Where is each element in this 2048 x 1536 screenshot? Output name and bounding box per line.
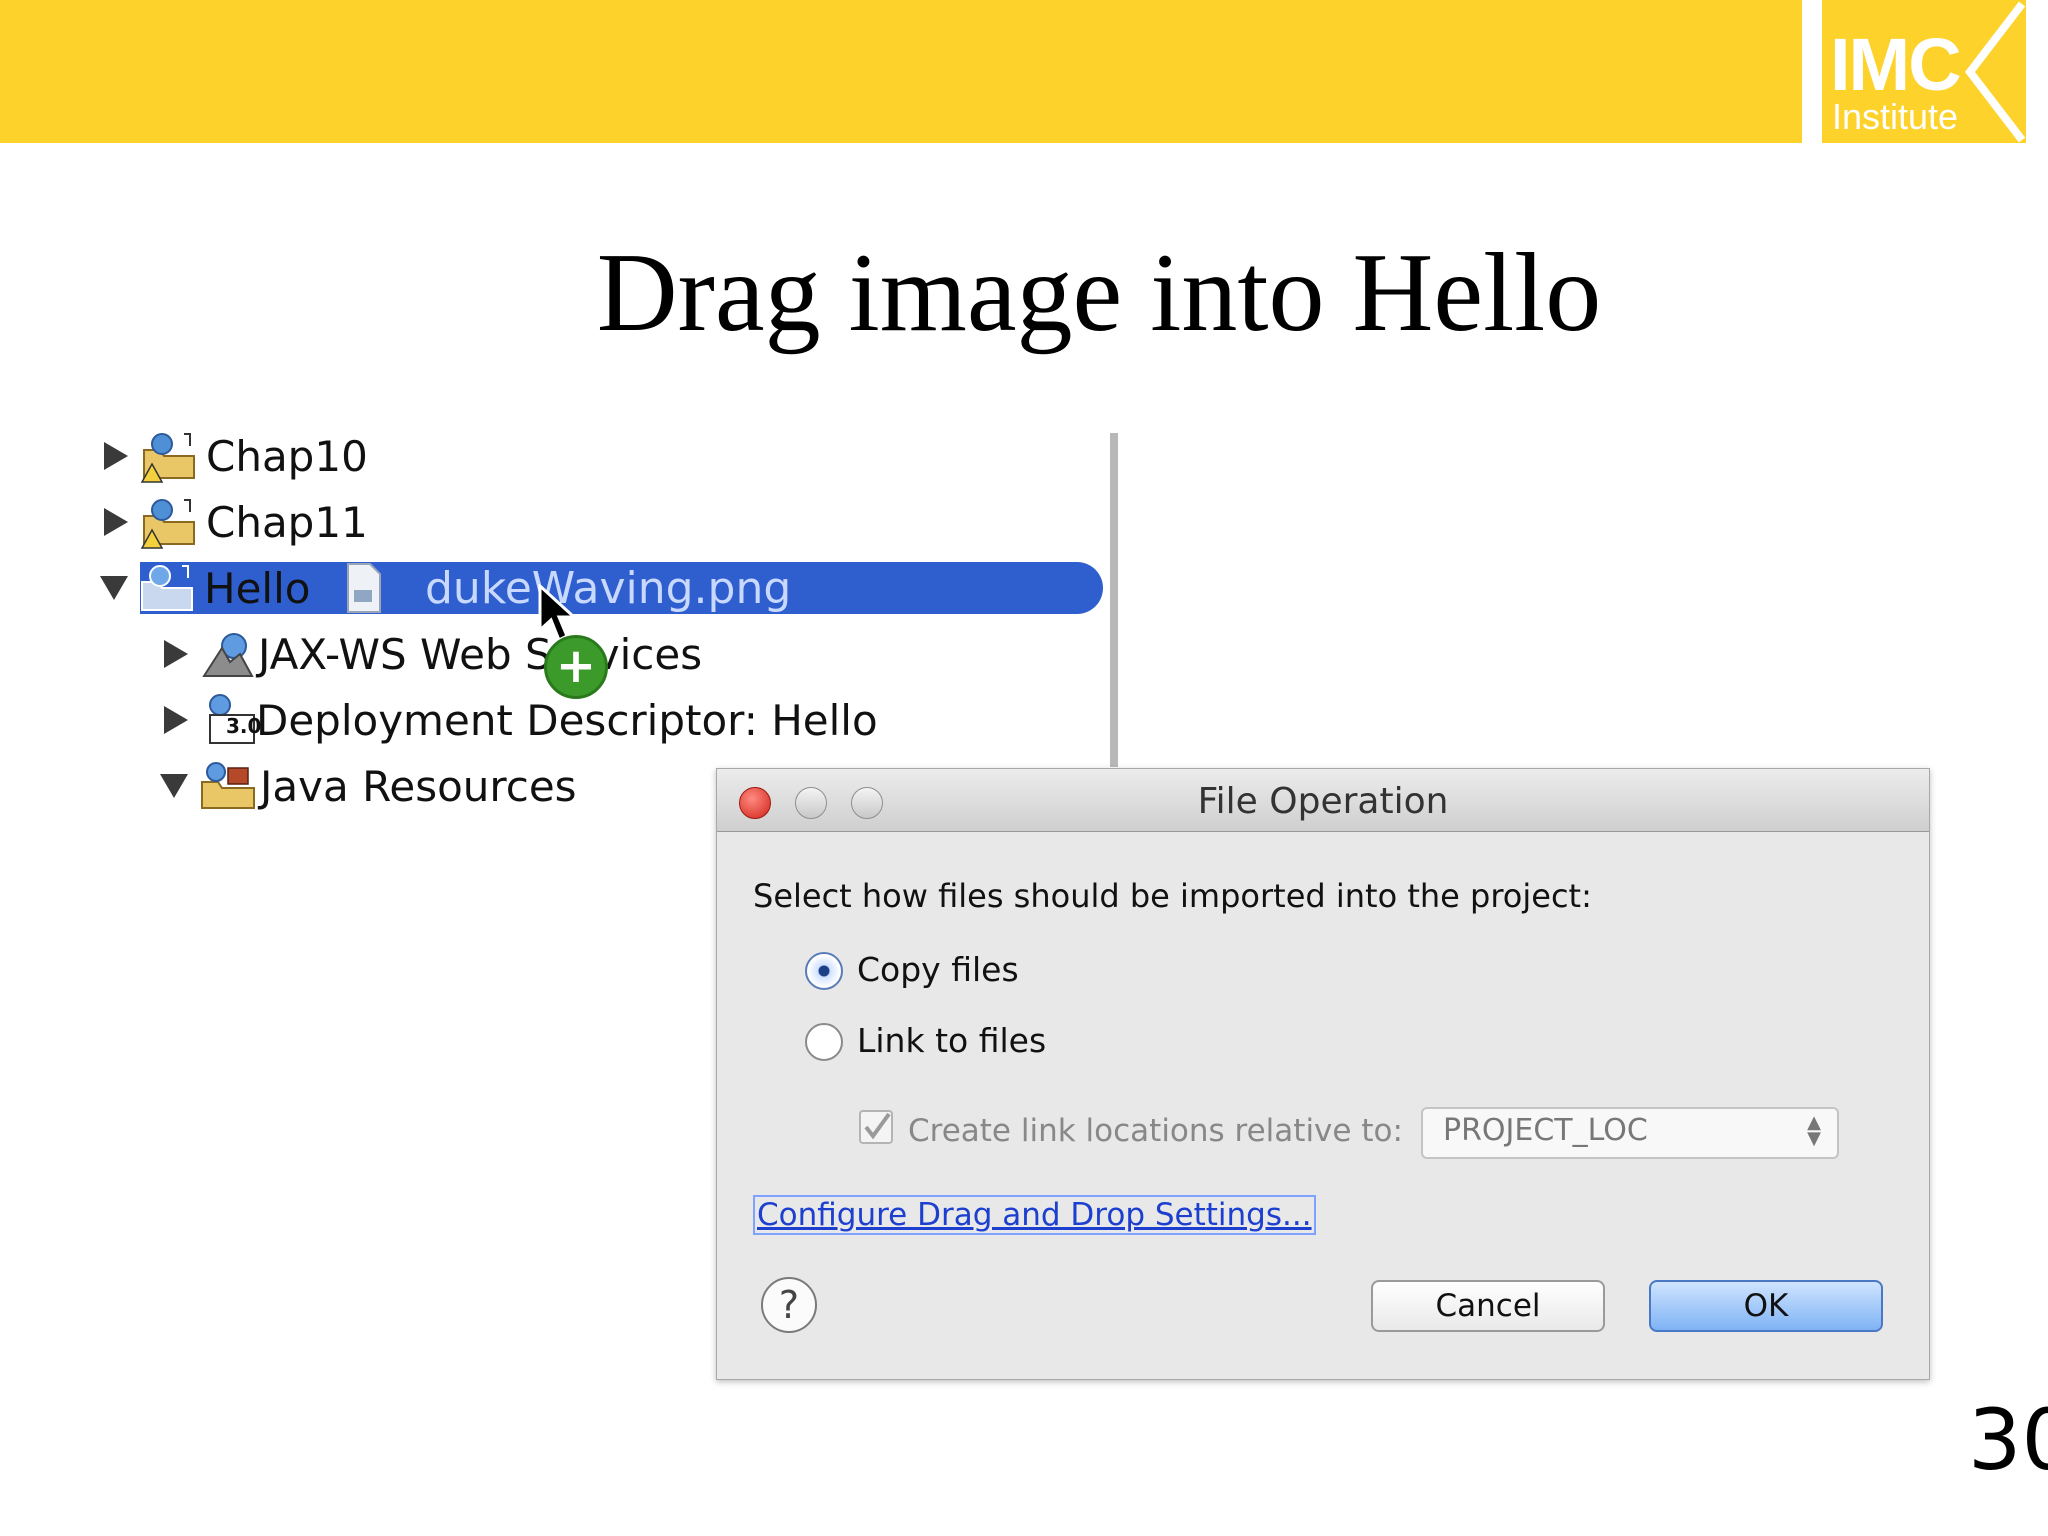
- file-operation-dialog: File Operation Select how files should b…: [716, 768, 1930, 1380]
- tree-item-jax-ws-web-services[interactable]: JAX-WS Web Services: [164, 622, 702, 686]
- tree-item-deployment-descriptor[interactable]: 3.0 Deployment Descriptor: Hello: [164, 688, 878, 752]
- slide-title: Drag image into Hello: [596, 231, 1602, 355]
- drag-copy-plus-icon: +: [544, 635, 608, 699]
- tree-item-label: Chap11: [206, 497, 368, 547]
- logo-text: IMC: [1830, 23, 1962, 106]
- copy-files-label: Copy files: [857, 950, 1019, 989]
- ok-button[interactable]: OK: [1649, 1280, 1883, 1332]
- tree-item-hello[interactable]: Hello: [100, 556, 384, 620]
- logo-chevron-icon: [1964, 1, 2026, 143]
- header-banner: [0, 0, 1802, 143]
- tree-item-chap10[interactable]: Chap10: [104, 424, 368, 488]
- tree-item-label: Hello: [204, 563, 311, 613]
- logo-subtext: Institute: [1832, 96, 1959, 137]
- version-badge: 3.0: [226, 714, 262, 738]
- page-number: 30: [1968, 1391, 2048, 1489]
- web-project-warning-icon: [140, 499, 195, 549]
- dialog-prompt: Select how files should be imported into…: [753, 877, 1592, 915]
- dialog-title: File Operation: [1197, 781, 1449, 822]
- collapse-arrow-icon[interactable]: [100, 576, 128, 600]
- create-link-checkbox[interactable]: [859, 1110, 893, 1144]
- web-project-warning-icon: [140, 433, 195, 483]
- copy-files-radio[interactable]: [805, 952, 843, 990]
- web-services-icon: [202, 633, 254, 677]
- panel-divider: [1110, 433, 1118, 767]
- tree-item-label: JAX-WS Web Services: [258, 629, 703, 679]
- dragged-file-name: dukeWaving.png: [425, 563, 792, 614]
- dialog-titlebar: File Operation: [717, 769, 1929, 832]
- image-file-icon: [347, 563, 382, 613]
- expand-arrow-icon[interactable]: [104, 442, 128, 470]
- expand-arrow-icon[interactable]: [164, 706, 188, 734]
- help-button[interactable]: ?: [761, 1277, 817, 1333]
- expand-arrow-icon[interactable]: [104, 508, 128, 536]
- link-to-files-radio[interactable]: [805, 1023, 843, 1061]
- create-link-label: Create link locations relative to:: [908, 1113, 1403, 1149]
- expand-arrow-icon[interactable]: [164, 640, 188, 668]
- tree-item-label: Chap10: [206, 431, 368, 481]
- checkmark-icon: [864, 1112, 891, 1140]
- tree-item-chap11[interactable]: Chap11: [104, 490, 368, 554]
- relative-to-value: PROJECT_LOC: [1443, 1113, 1648, 1148]
- collapse-arrow-icon[interactable]: [160, 774, 188, 798]
- updown-arrows-icon: ▲ ▼: [1807, 1112, 1821, 1149]
- java-resources-icon: [201, 762, 255, 809]
- tree-item-java-resources[interactable]: Java Resources: [160, 754, 577, 818]
- configure-drag-drop-link[interactable]: Configure Drag and Drop Settings...: [753, 1195, 1316, 1235]
- tree-item-label: Java Resources: [260, 761, 577, 811]
- tree-item-label: Deployment Descriptor: Hello: [256, 695, 878, 745]
- link-to-files-label: Link to files: [857, 1021, 1047, 1060]
- imc-logo: IMC Institute: [1822, 0, 2026, 143]
- web-project-icon: [141, 565, 193, 611]
- relative-to-select[interactable]: PROJECT_LOC ▲ ▼: [1421, 1107, 1839, 1159]
- cancel-button[interactable]: Cancel: [1371, 1280, 1605, 1332]
